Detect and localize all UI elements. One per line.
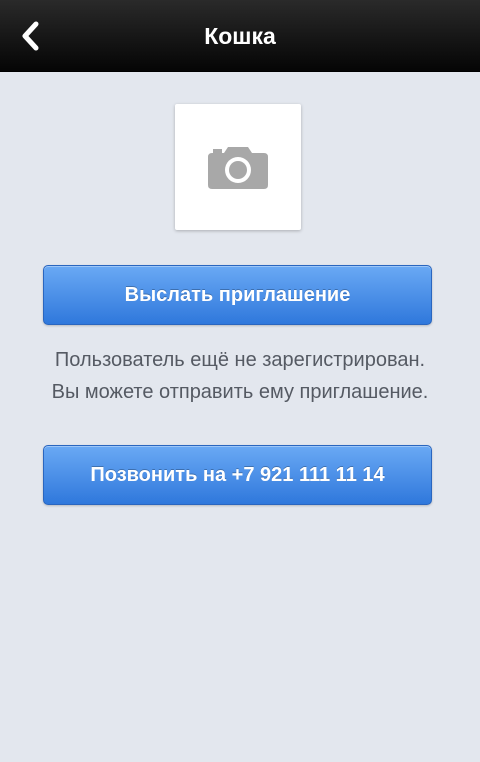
navbar: Кошка — [0, 0, 480, 72]
chevron-left-icon — [22, 21, 39, 51]
unregistered-message: Пользователь ещё не зарегистрирован. Вы … — [0, 344, 480, 408]
page-title: Кошка — [204, 22, 276, 49]
camera-icon — [208, 147, 268, 189]
avatar-photo[interactable] — [175, 104, 301, 230]
back-button[interactable] — [8, 14, 52, 58]
call-button[interactable]: Позвонить на +7 921 111 11 14 — [43, 445, 432, 505]
message-line-2: Вы можете отправить ему приглашение. — [51, 381, 429, 403]
send-invitation-button[interactable]: Выслать приглашение — [43, 265, 432, 325]
message-line-1: Пользователь ещё не зарегистрирован. — [54, 349, 426, 371]
